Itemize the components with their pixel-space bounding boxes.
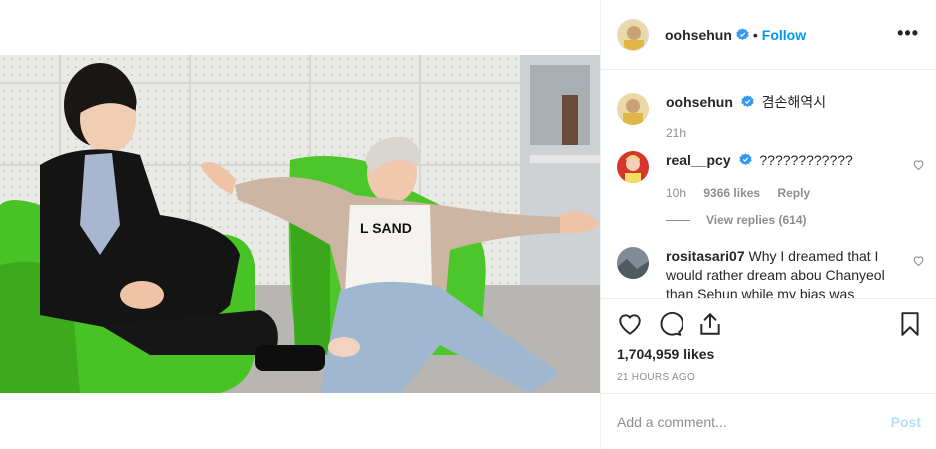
add-comment-input[interactable]: [617, 413, 891, 430]
verified-badge-icon: [741, 95, 754, 108]
post-timestamp[interactable]: 21 HOURS AGO: [617, 372, 695, 383]
svg-text:L SAND: L SAND: [360, 220, 412, 236]
comment-avatar[interactable]: [617, 247, 649, 279]
comment-bubble-icon[interactable]: [657, 311, 683, 337]
view-replies-button[interactable]: View replies (614): [666, 211, 906, 230]
separator-dot: •: [752, 26, 758, 43]
like-heart-icon[interactable]: [617, 311, 643, 337]
add-comment-bar: Post: [601, 393, 936, 449]
caption-comment: oohsehun 겸손해역시 21h: [617, 93, 921, 153]
verified-badge-icon: [736, 28, 749, 41]
replies-line: [666, 220, 690, 221]
comment-time[interactable]: 21h: [666, 126, 686, 140]
comment-item: rositasari07 Why I dreamed that I would …: [617, 247, 924, 298]
save-bookmark-icon[interactable]: [897, 311, 923, 337]
like-comment-heart-icon[interactable]: [912, 254, 925, 267]
verified-badge-icon: [738, 153, 752, 166]
comment-time[interactable]: 10h: [666, 186, 686, 200]
author-username[interactable]: oohsehun: [665, 27, 732, 43]
reply-button[interactable]: Reply: [777, 186, 810, 200]
more-options-icon[interactable]: •••: [897, 24, 919, 42]
post-header: oohsehun • Follow •••: [601, 0, 936, 70]
comment-username[interactable]: oohsehun: [666, 94, 733, 110]
comment-item: real__pcy ???????????? 10h 9366 likes Re…: [617, 151, 924, 231]
comment-text: 겸손해역시: [761, 94, 827, 110]
comment-avatar[interactable]: [617, 151, 649, 183]
author-avatar[interactable]: [617, 18, 649, 51]
post-media: L SAND: [0, 0, 600, 449]
post-comment-button[interactable]: Post: [891, 414, 921, 430]
share-icon[interactable]: [697, 311, 723, 337]
view-replies-label: View replies (614): [706, 213, 807, 227]
post-side-panel: oohsehun • Follow ••• oohsehun 겸손해역시 21h…: [600, 0, 936, 449]
likes-count[interactable]: 1,704,959 likes: [617, 346, 714, 362]
like-comment-heart-icon[interactable]: [912, 158, 925, 171]
post-photo[interactable]: L SAND: [0, 55, 600, 393]
comment-username[interactable]: real__pcy: [666, 152, 731, 168]
comment-text: ????????????: [759, 152, 853, 168]
follow-button[interactable]: Follow: [762, 27, 806, 43]
comment-username[interactable]: rositasari07: [666, 248, 745, 264]
comment-avatar[interactable]: [617, 93, 649, 125]
action-icons: [617, 311, 921, 337]
comments-list[interactable]: oohsehun 겸손해역시 21h real__pcy ???????????…: [601, 71, 936, 298]
comment-likes[interactable]: 9366 likes: [703, 186, 760, 200]
